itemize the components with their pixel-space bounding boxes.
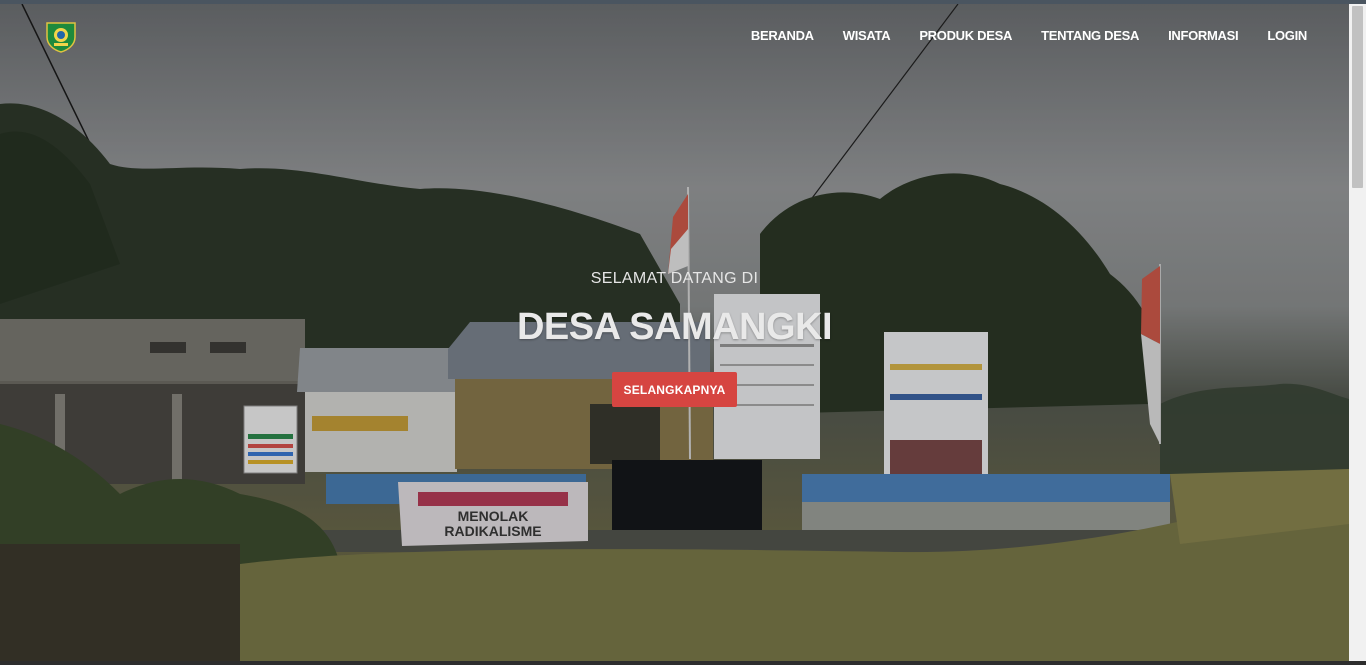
vertical-scrollbar[interactable]: [1349, 4, 1366, 661]
village-emblem-icon[interactable]: [44, 21, 78, 53]
hero-subtitle: SELAMAT DATANG DI: [590, 270, 759, 287]
hero-section: MENOLAK RADIKALISME BERANDA WISATA PRODU…: [0, 4, 1349, 661]
nav-beranda[interactable]: BERANDA: [751, 28, 814, 44]
nav-tentang-desa[interactable]: TENTANG DESA: [1041, 28, 1139, 44]
bottom-strip: [0, 661, 1366, 665]
nav-login[interactable]: LOGIN: [1267, 28, 1307, 44]
hero-title: DESA SAMANGKI: [516, 306, 833, 348]
nav-produk-desa[interactable]: PRODUK DESA: [919, 28, 1012, 44]
read-more-button[interactable]: SELANGKAPNYA: [612, 372, 737, 407]
main-navigation: BERANDA WISATA PRODUK DESA TENTANG DESA …: [722, 28, 1307, 44]
scrollbar-thumb[interactable]: [1352, 6, 1363, 188]
nav-wisata[interactable]: WISATA: [843, 28, 891, 44]
nav-informasi[interactable]: INFORMASI: [1168, 28, 1239, 44]
